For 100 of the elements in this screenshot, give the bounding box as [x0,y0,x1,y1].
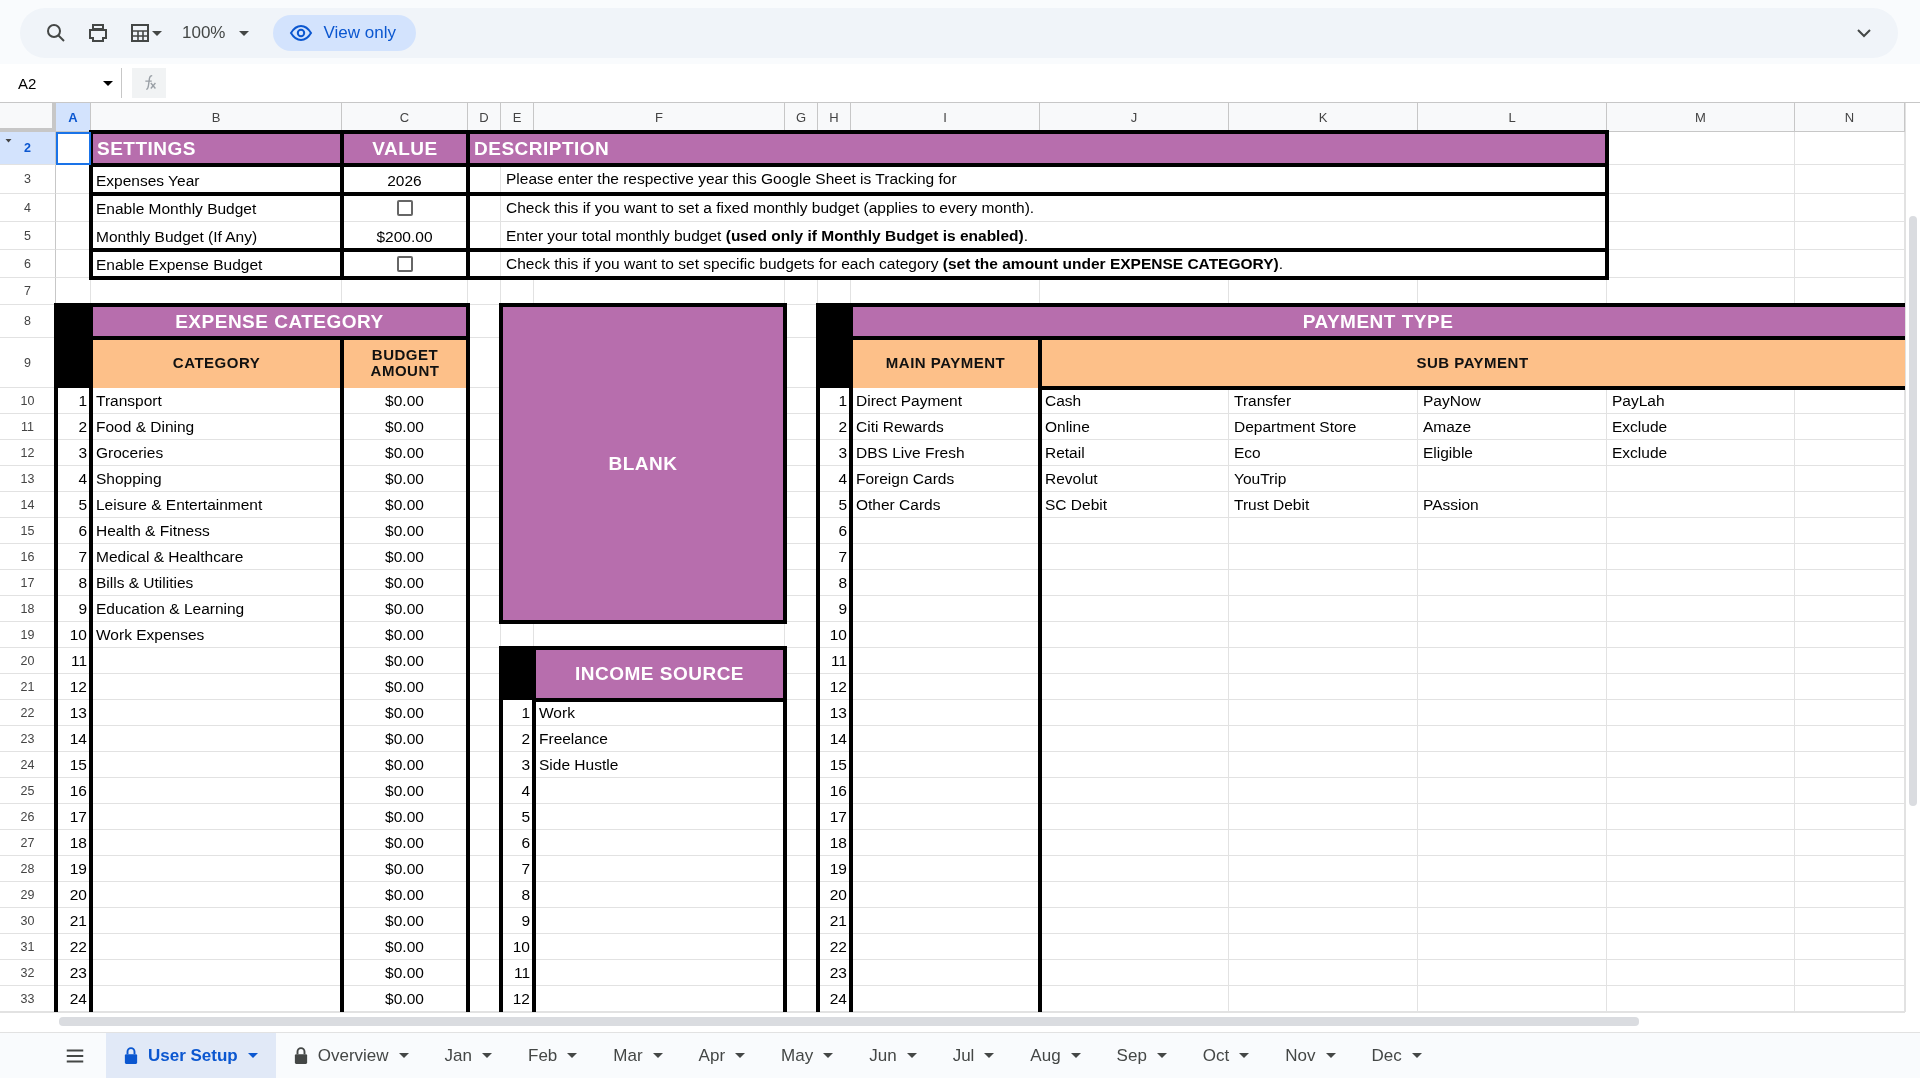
column-header[interactable]: N [1795,103,1905,132]
column-header[interactable]: A [56,103,91,132]
column-header[interactable]: B [91,103,342,132]
column-header[interactable]: M [1607,103,1795,132]
table-cell: 11 [501,960,534,986]
table-cell: $200.00 [342,222,468,250]
table-cell: 17 [818,804,851,830]
table-cell: $0.00 [342,674,468,700]
table-cell: Eco [1229,440,1418,466]
table-cell: Please enter the respective year this Google Sheet is Tracking for [501,165,1607,194]
table-cell: $0.00 [342,440,468,466]
table-cell: Eligible [1418,440,1607,466]
sheet-tab[interactable]: Jun [851,1033,935,1078]
sheet-tab[interactable]: Oct [1184,1033,1268,1078]
sheet-tab[interactable]: Mar [595,1033,681,1078]
row-header[interactable]: 4 [0,194,56,222]
table-cell: 20 [818,882,851,908]
sheet-tab[interactable]: Feb [510,1033,596,1078]
table-cell: 15 [818,752,851,778]
row-header[interactable]: 6 [0,250,56,278]
table-cell: Check this if you want to set a fixed monthly budget (applies to every month). [501,194,1607,222]
table-cell: 3 [818,440,851,466]
sheet-tab[interactable]: Aug [1012,1033,1099,1078]
table-cell: 1 [56,388,91,414]
column-title: BUDGET AMOUNT [342,338,468,388]
table-cell: Transfer [1229,388,1418,414]
table-cell: $0.00 [342,648,468,674]
table-cell: Work [534,700,785,726]
table-cell: 6 [818,518,851,544]
table-cell: Leisure & Entertainment [91,492,342,518]
column-header[interactable]: J [1040,103,1229,132]
table-cell: $0.00 [342,492,468,518]
column-header[interactable]: C [342,103,468,132]
table-cell: $0.00 [342,596,468,622]
table-cell: 2 [501,726,534,752]
table-cell: $0.00 [342,388,468,414]
table-cell: SC Debit [1040,492,1229,518]
sheet-tab[interactable]: Nov [1267,1033,1354,1078]
column-title: CATEGORY [91,338,342,388]
table-cell: 18 [818,830,851,856]
sheet-tab[interactable]: Dec [1353,1033,1440,1078]
table-cell: 12 [501,986,534,1012]
table-cell: $0.00 [342,882,468,908]
table-cell: 21 [56,908,91,934]
table-cell: Groceries [91,440,342,466]
row-header[interactable]: 7 [0,278,56,305]
table-cell: $0.00 [342,752,468,778]
table-cell: 7 [818,544,851,570]
table-cell: 17 [56,804,91,830]
sheet-tab[interactable]: Jan [426,1033,511,1078]
name-box[interactable]: A2 [0,68,122,98]
table-cell: 1 [818,388,851,414]
table-cell: Transport [91,388,342,414]
table-cell: Food & Dining [91,414,342,440]
row-header[interactable]: 2 [0,132,56,165]
table-cell: Medical & Healthcare [91,544,342,570]
table-cell: Online [1040,414,1229,440]
column-header[interactable]: L [1418,103,1607,132]
table-cell: Side Hustle [534,752,785,778]
sheet-tab[interactable]: User Setup [106,1033,276,1078]
table-cell: Department Store [1229,414,1418,440]
sheet-tab[interactable]: Sep [1098,1033,1185,1078]
table-cell: 9 [56,596,91,622]
table-cell: Retail [1040,440,1229,466]
table-cell: 7 [501,856,534,882]
sheet-tab[interactable]: Jul [934,1033,1013,1078]
column-header[interactable]: E [501,103,534,132]
column-header[interactable]: I [851,103,1040,132]
sheet-tab[interactable]: May [763,1033,852,1078]
row-header[interactable]: 5 [0,222,56,250]
table-cell: 10 [818,622,851,648]
column-header[interactable]: G [785,103,818,132]
sheet-tab[interactable]: Overview [275,1033,427,1078]
column-header[interactable]: H [818,103,851,132]
table-cell: 19 [56,856,91,882]
table-cell: $0.00 [342,830,468,856]
table-cell: 13 [818,700,851,726]
column-header[interactable]: D [468,103,501,132]
table-cell: 8 [818,570,851,596]
view-only-button[interactable]: View only [273,15,416,51]
table-cell: 11 [818,648,851,674]
column-title: SUB PAYMENT [1040,338,1905,388]
table-cell: 5 [818,492,851,518]
row-header[interactable]: 3 [0,165,56,194]
table-cell: 22 [56,934,91,960]
column-header[interactable]: K [1229,103,1418,132]
table-cell: 13 [56,700,91,726]
table-cell: $0.00 [342,778,468,804]
sheet-tab[interactable]: Apr [680,1033,764,1078]
table-cell: 12 [818,674,851,700]
table-cell: 14 [56,726,91,752]
table-cell: 10 [501,934,534,960]
table-cell: Work Expenses [91,622,342,648]
table-cell: 1 [501,700,534,726]
table-cell: $0.00 [342,518,468,544]
column-header[interactable]: F [534,103,785,132]
section-header: INCOME SOURCE [534,648,785,700]
table-cell: PAssion [1418,492,1607,518]
table-cell: Health & Fitness [91,518,342,544]
zoom-dropdown[interactable]: 100% [176,19,256,47]
